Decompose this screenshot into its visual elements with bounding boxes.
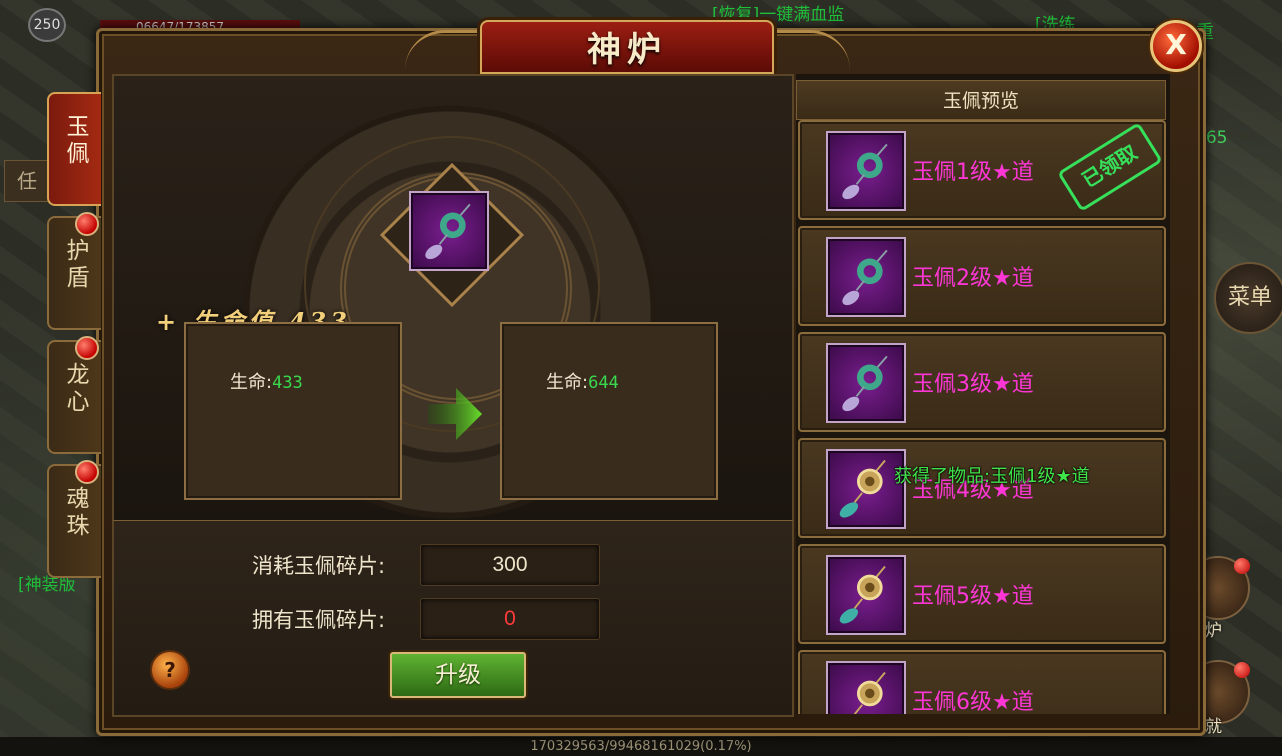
current-jade-slot[interactable]: [409, 191, 489, 271]
tab-dragon-heart[interactable]: 龙心: [47, 336, 101, 454]
tab-label: 护盾: [62, 238, 88, 292]
cost-label: 消耗玉佩碎片:: [252, 554, 386, 578]
hp-label: 生命:: [230, 372, 273, 393]
tab-label: 玉佩: [62, 114, 88, 168]
notification-dot: [75, 460, 99, 484]
notification-dot: [1234, 558, 1250, 574]
tab-label: 龙心: [62, 362, 88, 416]
item-obtained-notice: 获得了物品:玉佩1级★道: [894, 466, 1090, 487]
cost-value: 300: [420, 544, 600, 586]
hp-label: 生命:: [546, 372, 589, 393]
item-name: 玉佩3级★道: [912, 372, 1034, 397]
current-hp-row: 生命:433: [230, 368, 303, 394]
tab-shield[interactable]: 护盾: [47, 212, 101, 330]
jade-pendant-icon: [425, 203, 471, 260]
item-name: 玉佩2级★道: [912, 266, 1034, 291]
own-label: 拥有玉佩碎片:: [252, 608, 386, 632]
item-name: 玉佩1级★道: [912, 160, 1034, 185]
gold-jade-pendant-icon: [826, 449, 906, 529]
preview-header: 玉佩预览: [796, 80, 1166, 120]
list-item[interactable]: 玉佩2级★道: [798, 226, 1166, 326]
tab-jade[interactable]: 玉佩: [47, 92, 101, 206]
window-title: 神炉: [587, 30, 667, 70]
gold-jade-pendant-icon: [826, 555, 906, 635]
hp-value: 433: [272, 373, 303, 393]
upgrade-button[interactable]: 升级: [390, 652, 526, 698]
list-item[interactable]: 玉佩3级★道: [798, 332, 1166, 432]
task-stub[interactable]: 任: [4, 160, 50, 202]
exp-bar: 170329563/99468161029(0.17%): [0, 737, 1282, 756]
item-name: 玉佩5级★道: [912, 584, 1034, 609]
preview-panel: 玉佩预览 玉佩1级★道 已领取 玉佩2级★道 玉佩3级★道 玉佩4级★道 玉佩5…: [796, 74, 1170, 714]
next-hp-row: 生命:644: [546, 368, 619, 394]
list-item[interactable]: 玉佩1级★道 已领取: [798, 120, 1166, 220]
notification-dot: [1234, 662, 1250, 678]
hp-value: 644: [588, 373, 619, 393]
tab-label: 魂珠: [62, 486, 88, 540]
tab-soul-orb[interactable]: 魂珠: [47, 460, 101, 578]
notification-dot: [75, 212, 99, 236]
claimed-stamp: 已领取: [1057, 122, 1163, 212]
jade-pendant-icon: [826, 343, 906, 423]
item-name: 玉佩6级★道: [912, 690, 1034, 714]
list-item[interactable]: 玉佩4级★道: [798, 438, 1166, 538]
list-item[interactable]: 玉佩6级★道: [798, 650, 1166, 714]
player-level-badge: 250: [28, 8, 66, 42]
help-button[interactable]: ?: [150, 650, 190, 690]
gold-jade-pendant-icon: [826, 661, 906, 714]
jade-pendant-icon: [826, 131, 906, 211]
next-stat-box: 生命:644: [500, 322, 718, 500]
close-button[interactable]: X: [1150, 20, 1202, 72]
notification-dot: [75, 336, 99, 360]
own-value: 0: [420, 598, 600, 640]
list-item[interactable]: 玉佩5级★道: [798, 544, 1166, 644]
current-stat-box: 生命:433: [184, 322, 402, 500]
jade-pendant-icon: [826, 237, 906, 317]
arrow-right-icon: [428, 388, 482, 440]
menu-button[interactable]: 菜单: [1214, 262, 1282, 334]
